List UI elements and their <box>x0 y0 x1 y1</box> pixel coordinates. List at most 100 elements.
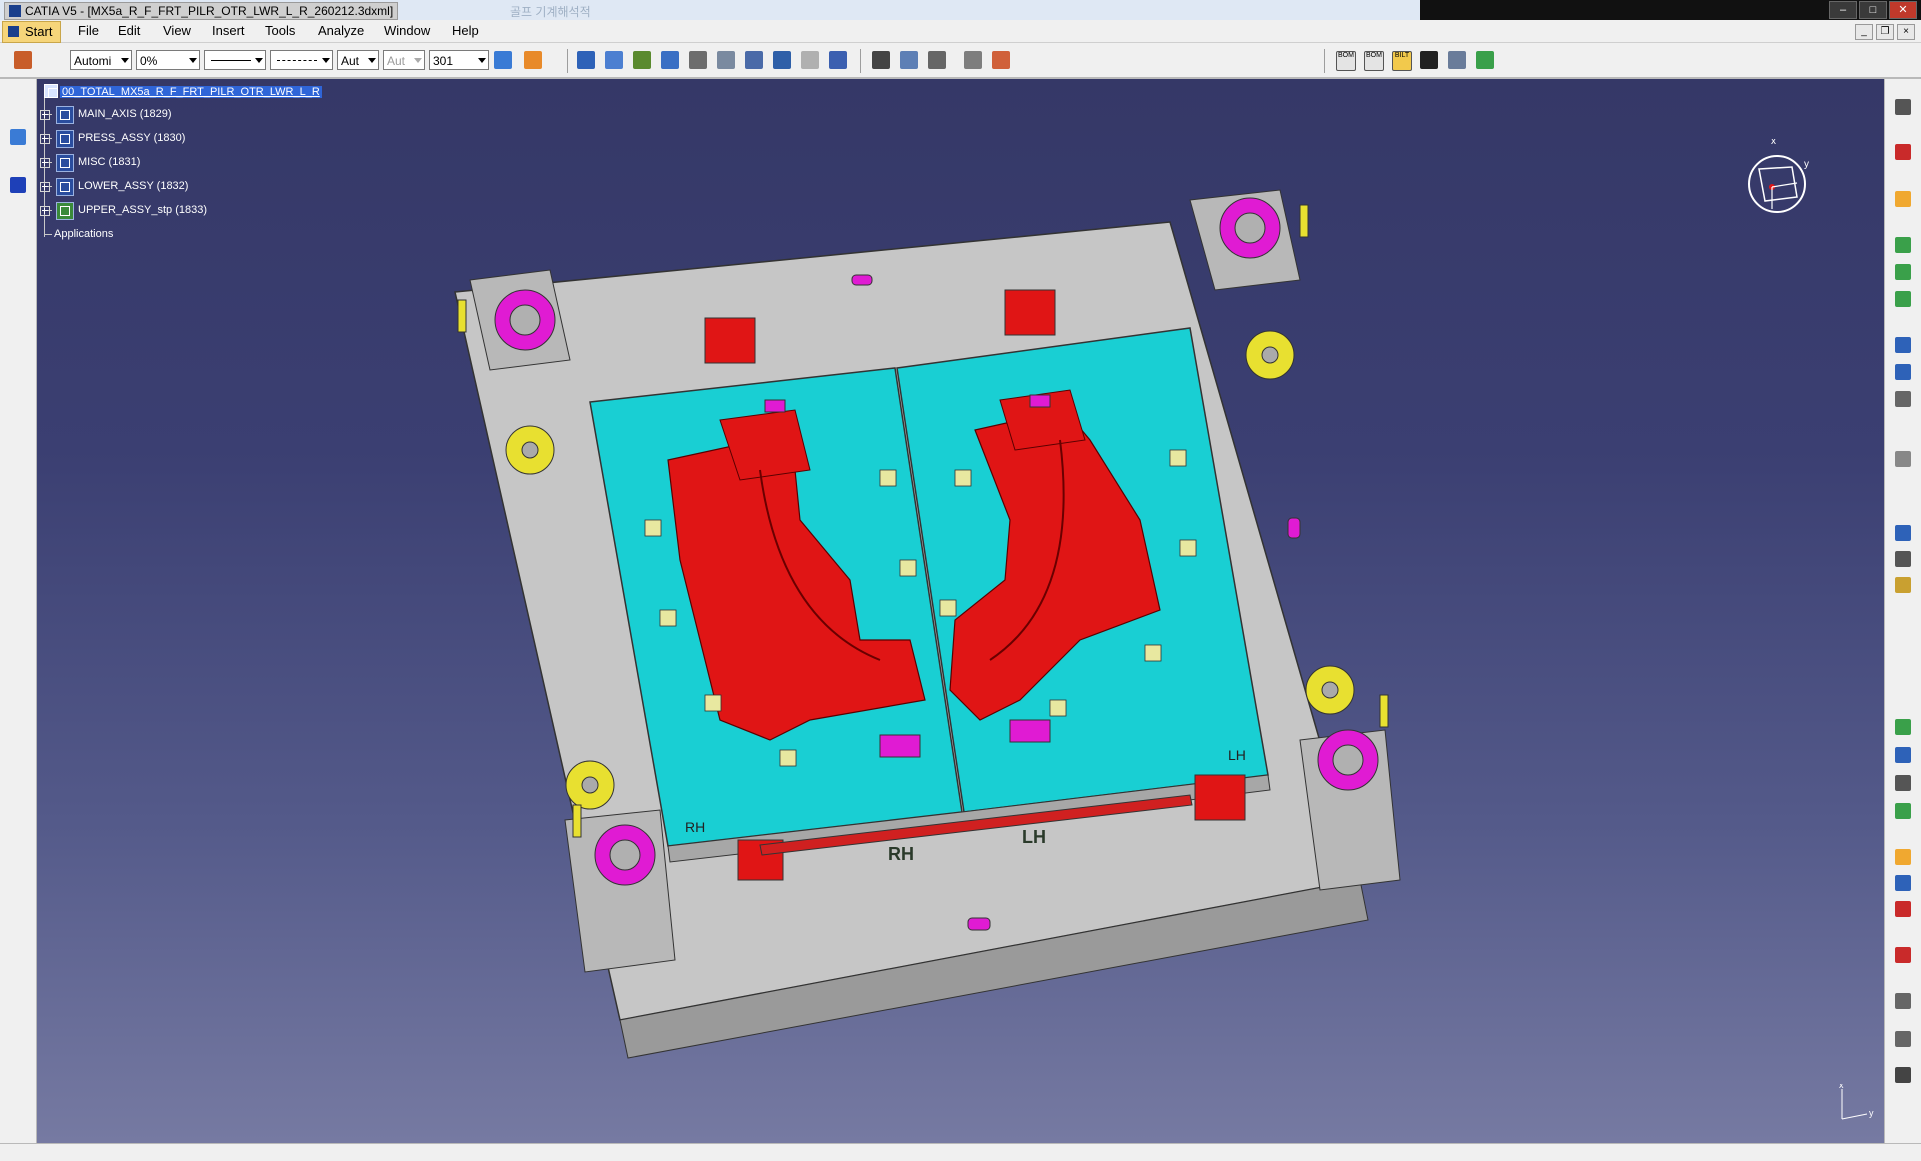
generate-numbering-icon[interactable] <box>1895 391 1911 407</box>
existing-component-icon[interactable] <box>1895 291 1911 307</box>
table-icon[interactable] <box>1448 51 1466 69</box>
menu-file[interactable]: File <box>78 23 99 38</box>
magenta-block <box>1009 719 1051 743</box>
close-button[interactable]: ✕ <box>1889 1 1917 19</box>
tree-item-press-assy[interactable]: PRESS_ASSY (1830) <box>40 130 340 148</box>
component-icon[interactable] <box>1895 264 1911 280</box>
bilt-icon[interactable]: BILT <box>1392 51 1412 71</box>
measure-between-icon[interactable] <box>872 51 890 69</box>
tree-item-applications[interactable]: Applications <box>40 226 340 244</box>
contact-constraint-icon[interactable] <box>1895 747 1911 763</box>
tree-root[interactable]: 00_TOTAL_MX5a_R_F_FRT_PILR_OTR_LWR_L_R <box>40 84 360 102</box>
expand-icon[interactable] <box>40 158 50 168</box>
expand-icon[interactable] <box>40 134 50 144</box>
doc-minimize-button[interactable]: _ <box>1855 24 1873 40</box>
doc-close-button[interactable]: × <box>1897 24 1915 40</box>
rotate-icon[interactable] <box>633 51 651 69</box>
zoom-out-icon[interactable] <box>689 51 707 69</box>
fix-component-icon[interactable] <box>1895 849 1911 865</box>
svg-text:y: y <box>1869 1108 1874 1118</box>
stopper-block <box>1245 330 1295 380</box>
graphic-properties-wizard-icon[interactable] <box>524 51 542 69</box>
menu-bar: Start File Edit View Insert Tools Analyz… <box>0 20 1921 43</box>
catalog-icon[interactable] <box>964 51 982 69</box>
menu-help[interactable]: Help <box>452 23 479 38</box>
replace-component-icon[interactable] <box>1895 337 1911 353</box>
measure-inertia-icon[interactable] <box>928 51 946 69</box>
toolbar-separator <box>1324 49 1325 73</box>
properties-icon[interactable] <box>14 51 32 69</box>
menu-analyze[interactable]: Analyze <box>318 23 364 38</box>
tree-item-main-axis[interactable]: MAIN_AXIS (1829) <box>40 106 340 124</box>
product-icon[interactable] <box>1895 237 1911 253</box>
line-weight-combo[interactable] <box>204 50 266 70</box>
menu-tools[interactable]: Tools <box>265 23 295 38</box>
expand-icon[interactable] <box>40 110 50 120</box>
axis-system-icon[interactable] <box>10 177 26 193</box>
quick-constraint-icon[interactable] <box>1895 901 1911 917</box>
pan-icon[interactable] <box>605 51 623 69</box>
guide-bushing <box>1219 197 1281 259</box>
tree-item-lower-assy[interactable]: LOWER_ASSY (1832) <box>40 178 340 196</box>
fix-together-icon[interactable] <box>1895 875 1911 891</box>
offset-constraint-icon[interactable] <box>1895 775 1911 791</box>
normal-view-icon[interactable] <box>717 51 735 69</box>
multi-view-icon[interactable] <box>745 51 763 69</box>
hide-show-icon[interactable] <box>829 51 847 69</box>
menu-view[interactable]: View <box>163 23 191 38</box>
color-combo[interactable]: Automi <box>70 50 132 70</box>
quick-view-icon[interactable] <box>773 51 791 69</box>
flexible-icon[interactable] <box>1895 947 1911 963</box>
view-mode-icon[interactable] <box>801 51 819 69</box>
capture-icon[interactable] <box>1895 1067 1911 1083</box>
transparency-combo[interactable]: 0% <box>136 50 200 70</box>
maximize-button[interactable]: □ <box>1859 1 1887 19</box>
select-arrow-icon[interactable] <box>1895 191 1911 207</box>
menu-start[interactable]: Start <box>2 21 62 43</box>
menu-window[interactable]: Window <box>384 23 430 38</box>
toolbar-separator <box>567 49 568 73</box>
cam-unit <box>1194 774 1246 821</box>
expand-icon[interactable] <box>40 206 50 216</box>
bom-icon[interactable]: BOM <box>1336 51 1356 71</box>
expand-icon[interactable] <box>40 182 50 192</box>
angle-constraint-icon[interactable] <box>1895 803 1911 819</box>
component-icon <box>56 178 74 196</box>
side-handle <box>1379 694 1389 728</box>
tree-item-misc[interactable]: MISC (1831) <box>40 154 340 172</box>
compass-icon[interactable]: y x <box>1737 136 1827 232</box>
coincidence-constraint-icon[interactable] <box>1895 719 1911 735</box>
pdf-icon[interactable] <box>1895 144 1911 160</box>
fit-all-in-icon[interactable] <box>577 51 595 69</box>
menu-insert[interactable]: Insert <box>212 23 245 38</box>
change-constraint-icon[interactable] <box>1895 1031 1911 1047</box>
guide-bushing <box>594 824 656 886</box>
snap-icon[interactable] <box>1895 525 1911 541</box>
knowledge-icon[interactable] <box>10 129 26 145</box>
point-type-combo[interactable]: Aut <box>337 50 379 70</box>
tree-item-upper-assy[interactable]: UPPER_ASSY_stp (1833) <box>40 202 340 220</box>
sketch-icon[interactable] <box>1895 993 1911 1009</box>
bom-list-icon[interactable]: BOM <box>1364 51 1384 71</box>
line-type-combo[interactable] <box>270 50 333 70</box>
update-icon[interactable] <box>1476 51 1494 69</box>
save-icon[interactable] <box>1420 51 1438 69</box>
measure-item-icon[interactable] <box>900 51 918 69</box>
stopper-block <box>505 425 555 475</box>
stopper-block <box>1305 665 1355 715</box>
settings-gear-icon[interactable] <box>1895 99 1911 115</box>
analysis-icon[interactable] <box>992 51 1010 69</box>
painter-icon[interactable] <box>494 51 512 69</box>
layer-number-combo[interactable]: 301 <box>429 50 489 70</box>
document-window-controls: _ ❐ × <box>1855 24 1915 40</box>
manipulation-icon[interactable] <box>1895 451 1911 467</box>
explode-icon[interactable] <box>1895 551 1911 567</box>
menu-edit[interactable]: Edit <box>118 23 140 38</box>
svg-text:x: x <box>1839 1084 1844 1090</box>
graph-tree-reorder-icon[interactable] <box>1895 364 1911 380</box>
minimize-button[interactable]: – <box>1829 1 1857 19</box>
clash-icon[interactable] <box>1895 577 1911 593</box>
component-icon <box>56 130 74 148</box>
doc-restore-button[interactable]: ❐ <box>1876 24 1894 40</box>
zoom-in-icon[interactable] <box>661 51 679 69</box>
